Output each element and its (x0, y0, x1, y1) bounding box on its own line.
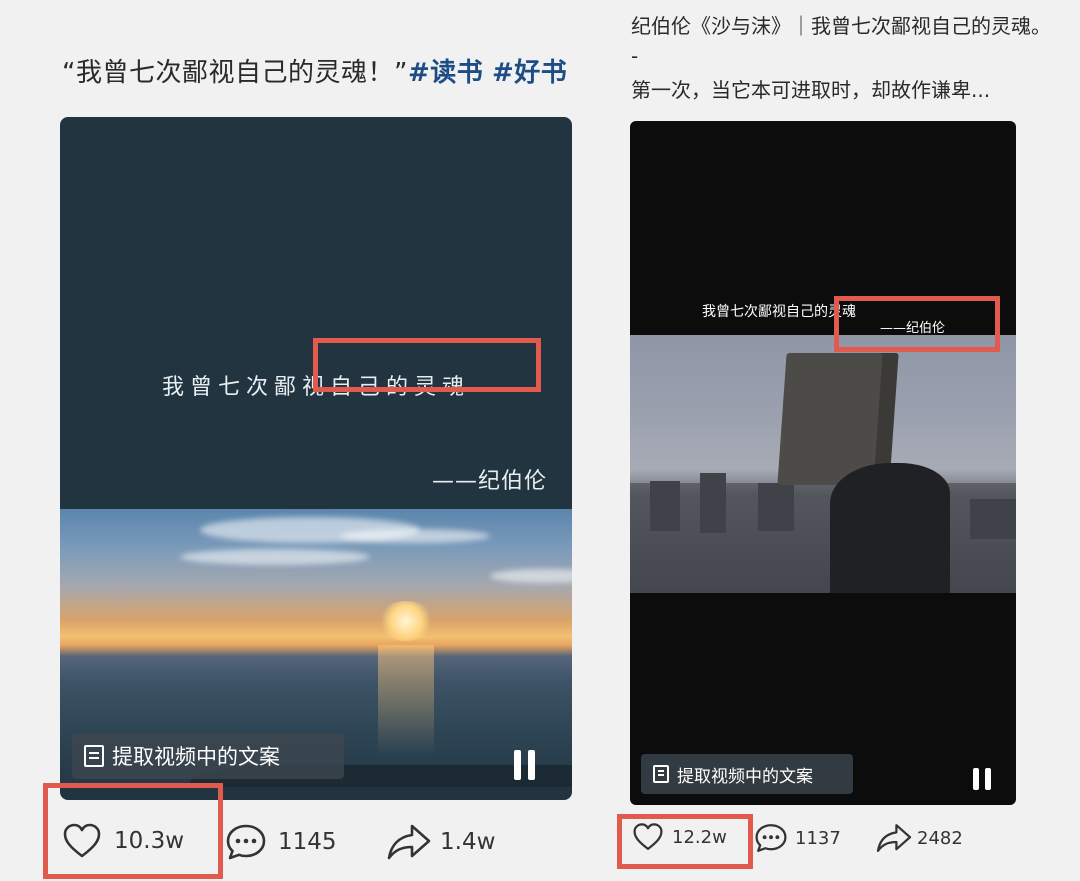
cloud-shape (340, 529, 490, 543)
left-comment-count: 1145 (278, 829, 337, 855)
building-silhouette (630, 483, 1016, 593)
left-title-text: “我曾七次鄙视自己的灵魂！” (62, 58, 408, 88)
share-icon (876, 824, 912, 852)
right-video-quote: 我曾七次鄙视自己的灵魂 (702, 304, 856, 320)
document-icon (653, 765, 669, 783)
right-comment-count: 1137 (795, 827, 841, 849)
cloud-shape (180, 549, 370, 565)
building-silhouette (758, 483, 794, 531)
right-pause-icon[interactable] (973, 768, 991, 790)
right-video-player[interactable]: 我曾七次鄙视自己的灵魂 ——纪伯伦 (630, 121, 1016, 805)
highlight-box-left-author (313, 338, 541, 392)
hashtag-reading[interactable]: #读书 (408, 58, 483, 88)
left-video-author: ——纪伯伦 (432, 469, 548, 494)
share-icon (387, 824, 431, 860)
sun-reflection (378, 645, 434, 755)
right-extract-label: 提取视频中的文案 (677, 766, 813, 787)
highlight-box-left-likes (43, 783, 223, 879)
left-extract-text-button[interactable]: 提取视频中的文案 (72, 733, 344, 779)
right-extract-text-button[interactable]: 提取视频中的文案 (641, 754, 853, 794)
right-post-excerpt[interactable]: 第一次，当它本可进取时，却故作谦卑... (631, 74, 990, 103)
left-video-player[interactable]: 我曾七次鄙视自己的灵魂 ——纪伯伦 (60, 117, 572, 800)
right-post-separator: - (631, 44, 639, 68)
highlight-box-right-likes (617, 814, 753, 869)
left-extract-label: 提取视频中的文案 (112, 745, 280, 769)
right-comment-button[interactable]: 1137 (753, 822, 841, 854)
left-comment-button[interactable]: 1145 (224, 822, 337, 862)
right-post-title: 纪伯伦《沙与沫》｜我曾七次鄙视自己的灵魂。 (631, 14, 1051, 38)
comment-icon (226, 824, 266, 860)
document-icon (84, 745, 104, 767)
left-pause-icon[interactable] (514, 750, 535, 780)
right-share-button[interactable]: 2482 (875, 822, 963, 854)
sun-shape (378, 601, 434, 641)
left-post-title: “我曾七次鄙视自己的灵魂！”#读书 #好书 (62, 52, 567, 89)
comment-icon (755, 824, 787, 852)
building-silhouette (700, 473, 726, 533)
person-silhouette (830, 463, 950, 593)
left-share-count: 1.4w (440, 829, 496, 855)
building-silhouette (970, 499, 1016, 539)
hashtag-good-book[interactable]: #好书 (492, 58, 567, 88)
right-share-count: 2482 (917, 827, 963, 849)
building-silhouette (650, 481, 680, 531)
left-share-button[interactable]: 1.4w (386, 822, 495, 862)
highlight-box-right-author (834, 296, 1000, 352)
